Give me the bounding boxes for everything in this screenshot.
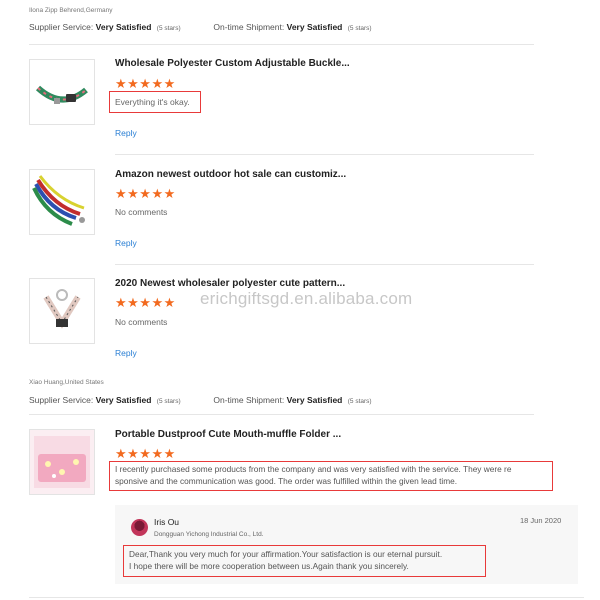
reviewer-name: Ilona Zipp Behrend,Germany [29,7,113,14]
reply-link[interactable]: Reply [115,238,137,248]
reply-link[interactable]: Reply [115,348,137,358]
ontime-shipment-stars: (5 stars) [347,25,372,32]
ratings-row: Supplier Service: Very Satisfied (5 star… [29,395,372,405]
product-rating-stars: ★★★★★ [115,446,176,461]
product-title[interactable]: Portable Dustproof Cute Mouth-muffle Fol… [115,429,341,440]
divider [115,264,534,265]
review-comment: Everything it's okay. [115,97,190,107]
product-thumbnail[interactable] [29,429,95,495]
divider [115,154,534,155]
product-thumbnail[interactable] [29,59,95,125]
divider [29,44,534,45]
reply-link[interactable]: Reply [115,128,137,138]
product-title[interactable]: 2020 Newest wholesaler polyester cute pa… [115,278,345,289]
review-comment: I recently purchased some products from … [115,464,555,487]
supplier-service-label: Supplier Service: [29,22,94,32]
ontime-shipment-value: Very Satisfied [286,395,343,405]
watermark: erichgiftsgd.en.alibaba.com [200,289,413,308]
supplier-service-value: Very Satisfied [95,22,152,32]
review-comment-line: I recently purchased some products from … [115,464,512,474]
product-rating-stars: ★★★★★ [115,76,176,91]
review-comment: No comments [115,317,168,327]
supplier-service-label: Supplier Service: [29,395,94,405]
dog-harness-icon [43,289,81,329]
review-comment-line: sponsive and the communication was good.… [115,475,458,486]
supplier-name: Iris Ou [154,517,180,527]
reply-date: 18 Jun 2020 [520,516,562,525]
product-rating-stars: ★★★★★ [115,295,176,310]
supplier-reply-text: Dear,Thank you very much for your affirm… [129,549,442,572]
dog-leash-icon [32,175,85,226]
ontime-shipment-stars: (5 stars) [347,398,372,405]
supplier-company: Dongguan Yichong Industrial Co., Ltd. [154,531,264,538]
supplier-reply-line: Dear,Thank you very much for your affirm… [129,549,443,559]
divider [29,414,534,415]
ontime-shipment-value: Very Satisfied [286,22,343,32]
product-rating-stars: ★★★★★ [115,186,176,201]
supplier-service-value: Very Satisfied [95,395,152,405]
ontime-shipment-label: On-time Shipment: [213,395,285,405]
supplier-service-stars: (5 stars) [156,25,181,32]
product-thumbnail[interactable] [29,169,95,235]
supplier-service-stars: (5 stars) [156,398,181,405]
ratings-row: Supplier Service: Very Satisfied (5 star… [29,22,372,32]
ontime-shipment-label: On-time Shipment: [213,22,285,32]
mask-folder-icon [34,436,90,488]
reviewer-name: Xiao Huang,United States [29,379,104,386]
product-title[interactable]: Amazon newest outdoor hot sale can custo… [115,169,346,180]
supplier-reply-line: I hope there will be more cooperation be… [129,560,409,571]
product-thumbnail[interactable] [29,278,95,344]
avatar [131,519,148,536]
product-title[interactable]: Wholesale Polyester Custom Adjustable Bu… [115,58,350,69]
dog-collar-icon [35,85,88,104]
review-comment: No comments [115,207,168,217]
divider [29,597,584,598]
